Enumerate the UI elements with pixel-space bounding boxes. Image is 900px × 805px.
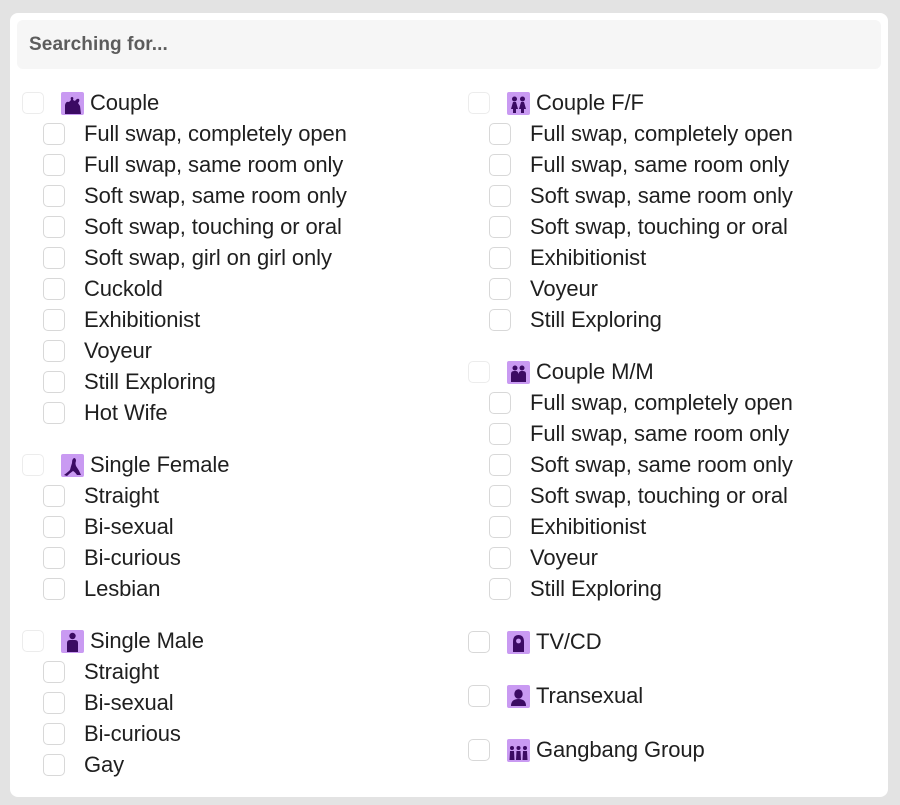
gangbang-group-icon <box>507 738 530 762</box>
checkbox[interactable] <box>43 660 65 683</box>
option-row[interactable]: Soft swap, touching or oral <box>22 211 442 242</box>
category-transexual[interactable]: Transexual <box>468 680 888 712</box>
checkbox[interactable] <box>489 277 511 300</box>
checkbox[interactable] <box>468 631 490 653</box>
option-row[interactable]: Still Exploring <box>22 366 442 397</box>
checkbox[interactable] <box>489 546 511 569</box>
option-row[interactable]: Still Exploring <box>468 304 888 335</box>
category-couple[interactable]: Couple <box>22 88 442 118</box>
option-row[interactable]: Voyeur <box>468 273 888 304</box>
option-row[interactable]: Full swap, completely open <box>22 118 442 149</box>
checkbox[interactable] <box>22 92 44 114</box>
checkbox[interactable] <box>43 753 65 776</box>
checkbox[interactable] <box>43 339 65 362</box>
option-row[interactable]: Bi-sexual <box>22 687 442 718</box>
option-row[interactable]: Exhibitionist <box>468 511 888 542</box>
option-row[interactable]: Straight <box>22 656 442 687</box>
option-row[interactable]: Straight <box>22 480 442 511</box>
checkbox[interactable] <box>489 184 511 207</box>
checkbox[interactable] <box>43 515 65 538</box>
checkbox[interactable] <box>43 153 65 176</box>
checkbox[interactable] <box>468 92 490 114</box>
checkbox[interactable] <box>22 630 44 652</box>
checkbox[interactable] <box>43 691 65 714</box>
option-row[interactable]: Bi-curious <box>22 542 442 573</box>
checkbox[interactable] <box>489 453 511 476</box>
option-row[interactable]: Soft swap, same room only <box>22 180 442 211</box>
checkbox[interactable] <box>489 153 511 176</box>
checkbox[interactable] <box>489 577 511 600</box>
option-row[interactable]: Hot Wife <box>22 397 442 428</box>
option-row[interactable]: Gay <box>22 749 442 780</box>
group-single-male: Single Male Straight Bi-sexual Bi-curiou… <box>22 626 442 780</box>
single-male-icon <box>61 629 84 653</box>
checkbox[interactable] <box>489 422 511 445</box>
group-couple-mm: Couple M/M Full swap, completely open Fu… <box>468 357 888 604</box>
option-row[interactable]: Full swap, same room only <box>468 418 888 449</box>
checkbox[interactable] <box>489 215 511 238</box>
option-row[interactable]: Cuckold <box>22 273 442 304</box>
checkbox[interactable] <box>43 184 65 207</box>
category-couple-ff[interactable]: Couple F/F <box>468 88 888 118</box>
option-row[interactable]: Soft swap, touching or oral <box>468 211 888 242</box>
checkbox[interactable] <box>489 122 511 145</box>
checkbox[interactable] <box>489 246 511 269</box>
option-row[interactable]: Soft swap, same room only <box>468 449 888 480</box>
option-row[interactable]: Exhibitionist <box>468 242 888 273</box>
checkbox[interactable] <box>468 685 490 707</box>
option-row[interactable]: Voyeur <box>22 335 442 366</box>
option-row[interactable]: Bi-curious <box>22 718 442 749</box>
checkbox[interactable] <box>43 122 65 145</box>
panel-header: Searching for... <box>17 20 881 69</box>
checkbox[interactable] <box>43 722 65 745</box>
group-single-female: Single Female Straight Bi-sexual Bi-curi… <box>22 450 442 604</box>
option-row[interactable]: Lesbian <box>22 573 442 604</box>
searching-for-panel: Searching for... Couple Full swap, compl… <box>10 13 888 797</box>
category-couple-mm[interactable]: Couple M/M <box>468 357 888 387</box>
checkbox[interactable] <box>43 215 65 238</box>
option-row[interactable]: Voyeur <box>468 542 888 573</box>
checkbox[interactable] <box>43 484 65 507</box>
option-row[interactable]: Full swap, completely open <box>468 118 888 149</box>
option-row[interactable]: Full swap, same room only <box>468 149 888 180</box>
transexual-icon <box>507 684 530 708</box>
option-row[interactable]: Soft swap, same room only <box>468 180 888 211</box>
checkbox[interactable] <box>43 401 65 424</box>
checkbox[interactable] <box>43 577 65 600</box>
option-row[interactable]: Full swap, completely open <box>468 387 888 418</box>
category-gangbang-group[interactable]: Gangbang Group <box>468 734 888 766</box>
right-column: Couple F/F Full swap, completely open Fu… <box>468 88 888 766</box>
category-single-female[interactable]: Single Female <box>22 450 442 480</box>
option-row[interactable]: Bi-sexual <box>22 511 442 542</box>
checkbox[interactable] <box>489 391 511 414</box>
checkbox[interactable] <box>489 308 511 331</box>
checkbox[interactable] <box>468 739 490 761</box>
checkbox[interactable] <box>43 246 65 269</box>
checkbox[interactable] <box>22 454 44 476</box>
couple-ff-icon <box>507 91 530 115</box>
group-couple-ff: Couple F/F Full swap, completely open Fu… <box>468 88 888 335</box>
checkbox[interactable] <box>489 484 511 507</box>
single-female-icon <box>61 453 84 477</box>
checkbox[interactable] <box>43 277 65 300</box>
category-single-male[interactable]: Single Male <box>22 626 442 656</box>
left-column: Couple Full swap, completely open Full s… <box>22 88 442 780</box>
checkbox[interactable] <box>43 546 65 569</box>
couple-mm-icon <box>507 360 530 384</box>
couple-icon <box>61 91 84 115</box>
option-row[interactable]: Still Exploring <box>468 573 888 604</box>
option-row[interactable]: Soft swap, girl on girl only <box>22 242 442 273</box>
category-tvcd[interactable]: TV/CD <box>468 626 888 658</box>
checkbox[interactable] <box>489 515 511 538</box>
group-couple: Couple Full swap, completely open Full s… <box>22 88 442 428</box>
tvcd-icon <box>507 630 530 654</box>
checkbox[interactable] <box>43 370 65 393</box>
checkbox[interactable] <box>43 308 65 331</box>
option-row[interactable]: Soft swap, touching or oral <box>468 480 888 511</box>
checkbox[interactable] <box>468 361 490 383</box>
option-row[interactable]: Exhibitionist <box>22 304 442 335</box>
option-row[interactable]: Full swap, same room only <box>22 149 442 180</box>
